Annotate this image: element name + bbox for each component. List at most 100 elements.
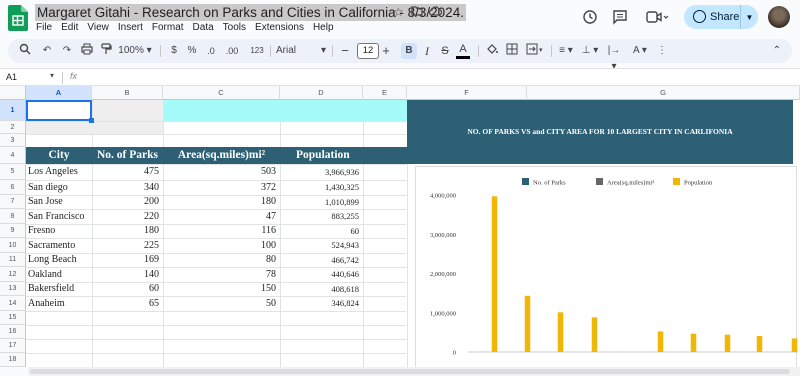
table-cell[interactable]: 78 <box>165 267 276 282</box>
column-header-g[interactable]: G <box>527 86 800 100</box>
more-options-icon[interactable]: ⋮ <box>656 43 668 59</box>
table-cell[interactable]: 200 <box>94 195 159 209</box>
menu-file[interactable]: File <box>36 22 52 33</box>
table-cell[interactable]: 524,943 <box>282 238 359 253</box>
table-cell[interactable]: 408,618 <box>282 282 359 296</box>
scrollbar-thumb[interactable] <box>30 369 790 374</box>
table-cell[interactable]: 169 <box>94 253 159 267</box>
table-cell[interactable]: 150 <box>165 282 276 296</box>
print-icon[interactable] <box>80 43 94 59</box>
row-header-5[interactable]: 5 <box>0 164 26 180</box>
table-cell[interactable]: San Jose <box>28 195 88 209</box>
table-cell[interactable]: San diego <box>28 180 88 195</box>
column-header-d[interactable]: D <box>280 86 363 100</box>
text-color-button[interactable]: A <box>456 43 470 59</box>
menu-insert[interactable]: Insert <box>118 22 143 33</box>
table-cell[interactable]: 883,255 <box>282 209 359 224</box>
column-header-e[interactable]: E <box>363 86 407 100</box>
table-cell[interactable]: 100 <box>165 238 276 253</box>
merge-cells-icon[interactable]: ▾ <box>525 43 547 59</box>
header-blank-e[interactable] <box>363 147 407 164</box>
decrease-decimal-button[interactable]: .0 <box>202 43 220 59</box>
fill-color-icon[interactable] <box>485 43 499 59</box>
share-dropdown-icon[interactable]: ▼ <box>740 5 758 29</box>
fill-handle[interactable] <box>89 118 94 123</box>
row-header-2[interactable]: 2 <box>0 121 26 134</box>
menu-tools[interactable]: Tools <box>223 22 246 33</box>
header-population[interactable]: Population <box>280 147 363 164</box>
row-header-8[interactable]: 8 <box>0 209 26 224</box>
row-header-15[interactable]: 15 <box>0 311 26 325</box>
version-history-icon[interactable] <box>581 9 599 27</box>
zoom-select[interactable]: 100% ▾ <box>117 43 153 59</box>
sheets-logo-icon[interactable] <box>8 5 28 31</box>
table-cell[interactable]: Anaheim <box>28 296 88 311</box>
cloud-status-icon[interactable] <box>428 5 443 19</box>
paint-format-icon[interactable] <box>99 43 113 59</box>
increase-font-size-button[interactable]: + <box>380 43 392 59</box>
user-avatar[interactable] <box>768 6 790 28</box>
text-wrapping-icon[interactable]: |→ ▾ <box>604 43 624 72</box>
vertical-align-icon[interactable]: ⊥ ▾ <box>580 43 600 59</box>
strikethrough-button[interactable]: S <box>439 43 451 59</box>
table-cell[interactable]: 225 <box>94 238 159 253</box>
redo-icon[interactable]: ↷ <box>60 43 74 59</box>
undo-icon[interactable]: ↶ <box>40 43 54 59</box>
header-area[interactable]: Area(sq.miles)mi² <box>163 147 280 164</box>
name-box-dropdown-icon[interactable]: ▾ <box>50 71 54 80</box>
table-cell[interactable]: 47 <box>165 209 276 224</box>
column-header-a[interactable]: A <box>26 86 92 100</box>
row-header-9[interactable]: 9 <box>0 224 26 238</box>
header-parks[interactable]: No. of Parks <box>92 147 163 164</box>
font-size-input[interactable]: 12 <box>357 43 379 59</box>
table-cell[interactable]: 65 <box>94 296 159 311</box>
table-cell[interactable]: 80 <box>165 253 276 267</box>
column-header-f[interactable]: F <box>407 86 527 100</box>
search-menus-icon[interactable] <box>18 43 32 59</box>
menu-view[interactable]: View <box>87 22 109 33</box>
meet-icon[interactable] <box>645 9 669 27</box>
table-cell[interactable]: 1,430,325 <box>282 180 359 195</box>
format-percent-button[interactable]: % <box>186 43 198 59</box>
table-cell[interactable]: 3,966,936 <box>282 164 359 180</box>
font-select[interactable]: Arial ▾ <box>276 43 326 59</box>
move-folder-icon[interactable] <box>411 5 423 19</box>
table-cell[interactable]: Oakland <box>28 267 88 282</box>
borders-icon[interactable] <box>505 43 519 59</box>
chart[interactable]: No. of Parks Area(sq.miles)mi² Population 0… <box>415 166 798 368</box>
table-cell[interactable]: 60 <box>94 282 159 296</box>
text-rotation-icon[interactable]: A ▾ <box>630 43 650 59</box>
row-header-14[interactable]: 14 <box>0 296 26 311</box>
table-cell[interactable]: Long Beach <box>28 253 88 267</box>
table-cell[interactable]: 503 <box>165 164 276 180</box>
menu-help[interactable]: Help <box>313 22 334 33</box>
row-header-12[interactable]: 12 <box>0 267 26 282</box>
table-cell[interactable]: 340 <box>94 180 159 195</box>
table-cell[interactable]: 346,824 <box>282 296 359 311</box>
table-cell[interactable]: Fresno <box>28 224 88 238</box>
menu-data[interactable]: Data <box>193 22 214 33</box>
share-button[interactable]: Share ▼ <box>684 5 758 29</box>
table-cell[interactable]: San Francisco <box>28 209 88 224</box>
header-city[interactable]: City <box>26 147 92 164</box>
row-header-10[interactable]: 10 <box>0 238 26 253</box>
comments-icon[interactable] <box>611 9 629 27</box>
active-cell-a1[interactable] <box>26 100 92 121</box>
menu-format[interactable]: Format <box>152 22 184 33</box>
menu-edit[interactable]: Edit <box>61 22 78 33</box>
table-cell[interactable]: 140 <box>94 267 159 282</box>
table-cell[interactable]: 60 <box>282 224 360 238</box>
row-header-4[interactable]: 4 <box>0 147 26 164</box>
decrease-font-size-button[interactable]: − <box>340 43 350 59</box>
table-cell[interactable]: 50 <box>165 296 276 311</box>
table-cell[interactable]: Los Angeles <box>28 164 88 180</box>
chart-title-band[interactable]: NO. OF PARKS VS and CITY AREA FOR 10 LAR… <box>407 100 793 164</box>
row-header-18[interactable]: 18 <box>0 353 26 367</box>
collapse-menu-icon[interactable]: ⌃ <box>770 43 784 59</box>
italic-button[interactable]: I <box>421 43 433 59</box>
row-header-1[interactable]: 1 <box>0 100 26 121</box>
column-header-c[interactable]: C <box>163 86 280 100</box>
menu-extensions[interactable]: Extensions <box>255 22 304 33</box>
table-cell[interactable]: 220 <box>94 209 159 224</box>
horizontal-scrollbar[interactable] <box>28 367 800 376</box>
